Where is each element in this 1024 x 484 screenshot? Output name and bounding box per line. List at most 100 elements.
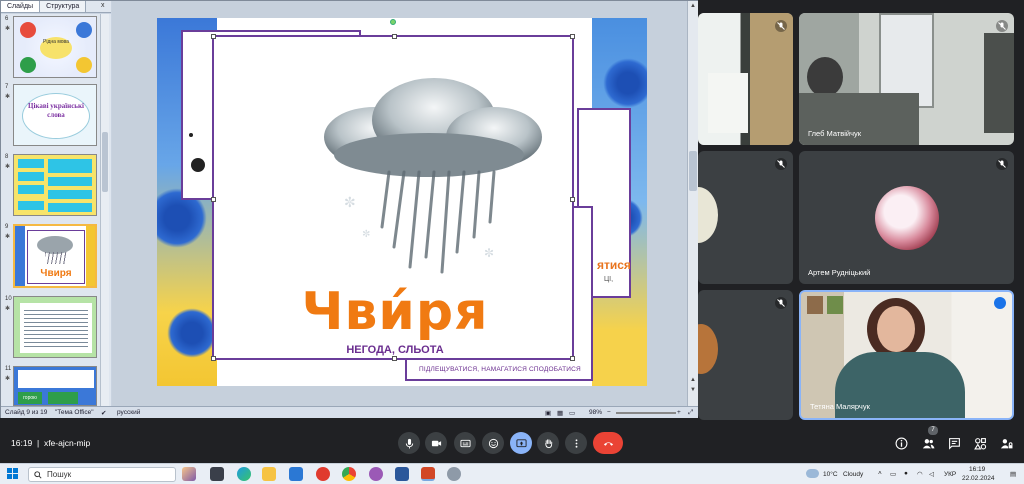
thumb-image: Чвиря (13, 224, 97, 288)
participant-tile[interactable]: Глеб Матвійчук (799, 13, 1014, 145)
tab-outline[interactable]: Структура (40, 1, 87, 12)
raise-hand-button[interactable] (537, 432, 559, 454)
more-options-button[interactable] (565, 432, 587, 454)
people-button[interactable] (920, 435, 936, 451)
powerpoint-icon[interactable] (421, 467, 435, 481)
reactions-button[interactable] (482, 432, 504, 454)
next-slide-icon[interactable]: ▼ (689, 386, 697, 394)
vertical-scrollbar[interactable]: ▲ ▲ ▼ (687, 1, 698, 406)
meet-control-bar: 16:19 | xfe-ajcn-mip (0, 425, 1024, 463)
app-tray-icon[interactable]: ● (904, 470, 908, 477)
thumbnail-tabs: Слайды Структура (1, 1, 111, 13)
word-icon[interactable] (395, 467, 409, 481)
rotate-handle[interactable] (390, 19, 396, 25)
language[interactable]: русский (117, 409, 140, 416)
prev-slide-icon[interactable]: ▲ (689, 376, 697, 384)
cloud-weather-icon (806, 469, 819, 478)
info-icon (895, 437, 907, 449)
camera-button[interactable] (425, 432, 447, 454)
thumb-title: Цікаві українські слова (22, 93, 90, 139)
opera-icon[interactable] (316, 467, 330, 481)
powerpoint-window: Слайды Структура x 6 ✱ Рідна мова 7 ✱ Ці… (0, 0, 698, 418)
host-controls-button[interactable] (998, 435, 1014, 451)
normal-view-icon[interactable]: ▣ (545, 409, 551, 417)
participant-tile[interactable] (698, 13, 793, 145)
resize-handle[interactable] (211, 197, 216, 202)
thumb-title: Рідна мова (40, 37, 72, 59)
zoom-in-icon[interactable]: + (677, 409, 681, 416)
leave-call-button[interactable] (593, 432, 623, 454)
fit-slide-icon[interactable]: ⤢ (688, 409, 693, 417)
microphone-button[interactable] (398, 432, 420, 454)
weather-condition[interactable]: Cloudy (843, 471, 863, 478)
thumb-title: горою (18, 392, 42, 404)
clock-date[interactable]: 22.02.2024 (962, 475, 995, 482)
spellcheck-icon[interactable]: ✔ (101, 409, 106, 417)
resize-handle[interactable] (570, 356, 575, 361)
resize-handle[interactable] (570, 197, 575, 202)
zoom-out-icon[interactable]: − (607, 409, 611, 416)
mail-icon[interactable] (289, 467, 303, 481)
word-card[interactable]: ✼ ✼ ✼ Чви́ря НЕГОДА, СЛЬОТА (211, 34, 575, 361)
wifi-icon[interactable]: ◠ (917, 470, 923, 478)
captions-button[interactable] (454, 432, 476, 454)
chrome-icon[interactable] (342, 467, 356, 481)
thumb-title: Чвиря (40, 268, 72, 279)
zoom-level[interactable]: 98% (589, 409, 602, 416)
resize-handle[interactable] (211, 356, 216, 361)
scroll-thumb[interactable] (689, 151, 697, 191)
animation-icon: ✱ (5, 306, 11, 312)
notifications-icon[interactable]: ▤ (1010, 470, 1016, 478)
svg-text:✼: ✼ (344, 195, 356, 211)
taskbar-search[interactable]: Пошук (28, 467, 176, 482)
resize-handle[interactable] (392, 356, 397, 361)
thumb-number: 8 (5, 154, 9, 160)
meeting-details-button[interactable] (893, 435, 909, 451)
mic-off-icon (775, 19, 787, 32)
svg-text:✼: ✼ (484, 246, 494, 260)
file-explorer-icon[interactable] (262, 467, 276, 481)
current-slide: ятися ЦІ, ПІДЛЕЩУВАТИСЯ, НАМАГАТИСЯ СПОД… (157, 18, 647, 386)
status-bar: Слайд 9 из 19 "Тема Office" ✔ русский ▣ … (1, 406, 698, 418)
viber-icon[interactable] (369, 467, 383, 481)
thumb-image: Рідна мова (13, 16, 97, 78)
emoji-icon (488, 438, 498, 448)
zoom-slider[interactable] (616, 412, 676, 414)
thumb-image: горою (13, 366, 97, 406)
edge-icon[interactable] (237, 467, 251, 481)
chat-button[interactable] (946, 435, 962, 451)
present-button[interactable] (510, 432, 532, 454)
weather-temperature[interactable]: 10°C (823, 471, 838, 478)
thumbnail-scrollbar[interactable] (100, 14, 109, 406)
input-language[interactable]: УКР (944, 471, 956, 478)
task-view-icon[interactable] (210, 467, 224, 481)
speaking-indicator-icon (994, 297, 1006, 309)
hand-icon (544, 438, 552, 448)
show-hidden-icons-icon[interactable]: ˄ (878, 470, 882, 477)
tab-slides[interactable]: Слайды (1, 1, 41, 12)
widgets-icon[interactable] (182, 467, 196, 481)
participant-tile[interactable] (698, 290, 793, 420)
volume-icon[interactable]: ◁ (929, 470, 934, 478)
scroll-thumb[interactable] (102, 132, 108, 192)
reading-view-icon[interactable]: ▭ (569, 409, 575, 417)
network-icon[interactable]: ▭ (890, 470, 896, 478)
clock-time[interactable]: 16:19 (969, 466, 985, 473)
thumb-number: 10 (5, 296, 12, 302)
resize-handle[interactable] (392, 34, 397, 39)
participant-tile[interactable]: Артем Рудніцький (799, 151, 1014, 284)
participant-tile-speaking[interactable]: Тетяна Малярчук (799, 290, 1014, 420)
resize-handle[interactable] (570, 34, 575, 39)
close-pane-icon[interactable]: x (101, 2, 105, 9)
scroll-up-icon[interactable]: ▲ (689, 2, 697, 10)
resize-handle[interactable] (211, 34, 216, 39)
windows-start-icon[interactable] (7, 468, 19, 480)
participant-tile[interactable] (698, 151, 793, 284)
app-icon[interactable] (447, 467, 461, 481)
activities-button[interactable] (972, 435, 988, 451)
windows-taskbar: Пошук 10°C Cloudy ˄ ▭ ● ◠ ◁ УКР 16:19 22… (0, 463, 1024, 484)
meeting-info: 16:19 | xfe-ajcn-mip (11, 438, 91, 448)
slide-word-meaning: НЕГОДА, СЛЬОТА (346, 344, 444, 356)
slide-word-title: Чви́ря (301, 282, 489, 342)
sorter-view-icon[interactable]: ▦ (557, 409, 563, 417)
